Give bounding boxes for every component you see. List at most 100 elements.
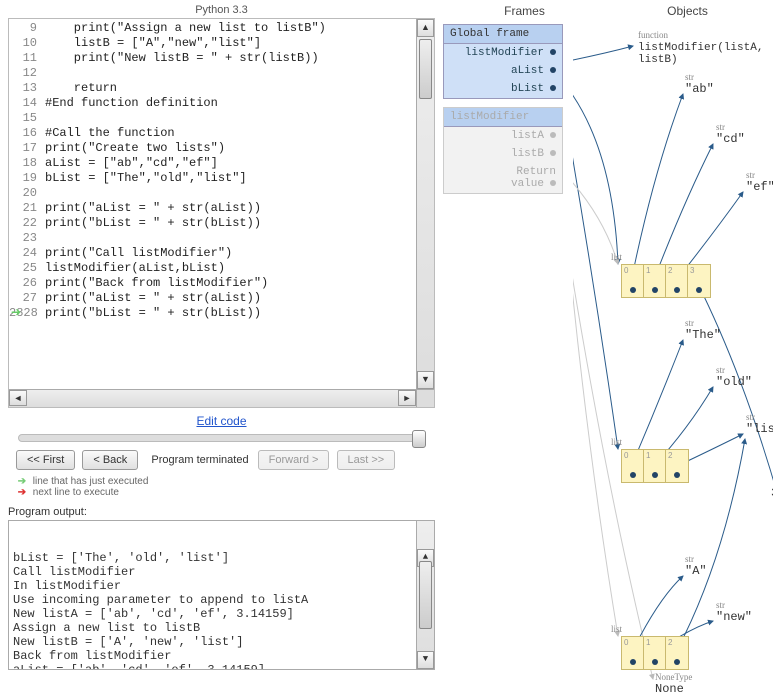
output-line: New listA = ['ab', 'cd', 'ef', 3.14159] bbox=[13, 607, 414, 621]
pointer-arrows bbox=[573, 24, 773, 684]
function-type-label: function bbox=[638, 30, 668, 40]
code-text: print("bList = " + str(bList)) bbox=[45, 306, 434, 321]
line-number: 17 bbox=[9, 141, 45, 156]
output-scroll-down-icon[interactable]: ▼ bbox=[417, 651, 434, 669]
line-number: 23 bbox=[9, 231, 45, 246]
listmodifier-frame-title: listModifier bbox=[444, 108, 562, 127]
horizontal-scrollbar[interactable]: ◄ ► bbox=[9, 389, 416, 407]
code-line[interactable]: 14#End function definition bbox=[9, 96, 434, 111]
list-object-1: 0 1 2 3 bbox=[621, 264, 711, 298]
line-number: 24 bbox=[9, 246, 45, 261]
code-text: print("bList = " + str(bList)) bbox=[45, 216, 434, 231]
code-line[interactable]: 9 print("Assign a new list to listB") bbox=[9, 21, 434, 36]
line-number: 13 bbox=[9, 81, 45, 96]
code-line[interactable]: 10 listB = ["A","new","list"] bbox=[9, 36, 434, 51]
output-line: bList = ['The', 'old', 'list'] bbox=[13, 551, 414, 565]
list-label-1: list bbox=[611, 252, 622, 262]
code-line[interactable]: 26print("Back from listModifier") bbox=[9, 276, 434, 291]
code-line[interactable]: 21print("aList = " + str(aList)) bbox=[9, 201, 434, 216]
code-line[interactable]: 22print("bList = " + str(bList)) bbox=[9, 216, 434, 231]
list-label-3: list bbox=[611, 624, 622, 634]
code-line[interactable]: 17print("Create two lists") bbox=[9, 141, 434, 156]
code-text: print("New listB = " + str(listB)) bbox=[45, 51, 434, 66]
nonetype-label: NoneType bbox=[655, 672, 692, 682]
last-button[interactable]: Last >> bbox=[337, 450, 396, 470]
listmodifier-frame: listModifier listA listB Return value bbox=[443, 107, 563, 194]
code-text: print("aList = " + str(aList)) bbox=[45, 291, 434, 306]
line-number: 27 bbox=[9, 291, 45, 306]
output-line: In listModifier bbox=[13, 579, 414, 593]
code-line[interactable]: 25listModifier(aList,bList) bbox=[9, 261, 434, 276]
output-scroll-thumb[interactable] bbox=[419, 561, 432, 629]
forward-button[interactable]: Forward > bbox=[258, 450, 330, 470]
slider-knob[interactable] bbox=[412, 430, 426, 448]
back-button[interactable]: < Back bbox=[82, 450, 138, 470]
code-line[interactable]: 15 bbox=[9, 111, 434, 126]
edit-code-link[interactable]: Edit code bbox=[196, 414, 246, 428]
code-line[interactable]: ➔2828print("bList = " + str(bList)) bbox=[9, 306, 434, 321]
program-output[interactable]: bList = ['The', 'old', 'list']Call listM… bbox=[8, 520, 435, 670]
code-text bbox=[45, 186, 434, 201]
output-scrollbar[interactable]: ▲ ▼ bbox=[416, 521, 434, 669]
str-label-old: str bbox=[716, 365, 725, 375]
list-label-2: list bbox=[611, 437, 622, 447]
code-text: listB = ["A","new","list"] bbox=[45, 36, 434, 51]
first-button[interactable]: << First bbox=[16, 450, 75, 470]
str-the: "The" bbox=[685, 328, 721, 342]
code-text: print("Back from listModifier") bbox=[45, 276, 434, 291]
str-ab: "ab" bbox=[685, 82, 714, 96]
code-line[interactable]: 18aList = ["ab","cd","ef"] bbox=[9, 156, 434, 171]
scroll-thumb[interactable] bbox=[419, 39, 432, 99]
legend-next: next line to execute bbox=[33, 487, 119, 498]
str-old: "old" bbox=[716, 375, 752, 389]
output-line: Assign a new list to listB bbox=[13, 621, 414, 635]
output-title: Program output: bbox=[8, 506, 435, 518]
line-number: 18 bbox=[9, 156, 45, 171]
scroll-corner bbox=[416, 389, 434, 407]
line-number: 9 bbox=[9, 21, 45, 36]
code-line[interactable]: 16#Call the function bbox=[9, 126, 434, 141]
code-line[interactable]: 24print("Call listModifier") bbox=[9, 246, 434, 261]
code-line[interactable]: 23 bbox=[9, 231, 434, 246]
code-text: aList = ["ab","cd","ef"] bbox=[45, 156, 434, 171]
line-number: ➔2828 bbox=[9, 306, 45, 321]
line-number: 20 bbox=[9, 186, 45, 201]
frame-var-listb: listB bbox=[444, 145, 562, 163]
list-object-2: 0 1 2 bbox=[621, 449, 689, 483]
str-label-new: str bbox=[716, 600, 725, 610]
line-number: 10 bbox=[9, 36, 45, 51]
code-line[interactable]: 20 bbox=[9, 186, 434, 201]
global-frame-title: Global frame bbox=[444, 25, 562, 44]
code-text: listModifier(aList,bList) bbox=[45, 261, 434, 276]
code-text: print("Create two lists") bbox=[45, 141, 434, 156]
code-text bbox=[45, 66, 434, 81]
code-text: print("aList = " + str(aList)) bbox=[45, 201, 434, 216]
output-line: aList = ['ab', 'cd', 'ef', 3.14159] bbox=[13, 663, 414, 670]
output-line: Use incoming parameter to append to list… bbox=[13, 593, 414, 607]
language-title: Python 3.3 bbox=[8, 4, 435, 16]
none-value: None bbox=[655, 682, 684, 696]
global-frame: Global frame listModifier aList bList bbox=[443, 24, 563, 99]
line-number: 11 bbox=[9, 51, 45, 66]
legend: ➔ line that has just executed ➔ next lin… bbox=[14, 476, 435, 498]
frames-header: Frames bbox=[443, 4, 606, 18]
code-line[interactable]: 19bList = ["The","old","list"] bbox=[9, 171, 434, 186]
scroll-down-icon[interactable]: ▼ bbox=[417, 371, 434, 389]
code-text: #End function definition bbox=[45, 96, 434, 111]
function-signature: listModifier(listA, listB) bbox=[638, 42, 769, 66]
code-line[interactable]: 12 bbox=[9, 66, 434, 81]
execution-slider[interactable] bbox=[18, 434, 425, 442]
scroll-left-icon[interactable]: ◄ bbox=[9, 390, 27, 406]
code-line[interactable]: 11 print("New listB = " + str(listB)) bbox=[9, 51, 434, 66]
scroll-up-icon[interactable]: ▲ bbox=[417, 19, 434, 37]
arrow-executed-icon: ➔ bbox=[14, 476, 30, 487]
vertical-scrollbar[interactable]: ▲ ▼ bbox=[416, 19, 434, 389]
code-line[interactable]: 13 return bbox=[9, 81, 434, 96]
code-text bbox=[45, 231, 434, 246]
scroll-right-icon[interactable]: ► bbox=[398, 390, 416, 406]
code-text: #Call the function bbox=[45, 126, 434, 141]
code-editor[interactable]: 9 print("Assign a new list to listB")10 … bbox=[8, 18, 435, 408]
str-label-cd: str bbox=[716, 122, 725, 132]
code-line[interactable]: 27print("aList = " + str(aList)) bbox=[9, 291, 434, 306]
str-label-a: str bbox=[685, 554, 694, 564]
